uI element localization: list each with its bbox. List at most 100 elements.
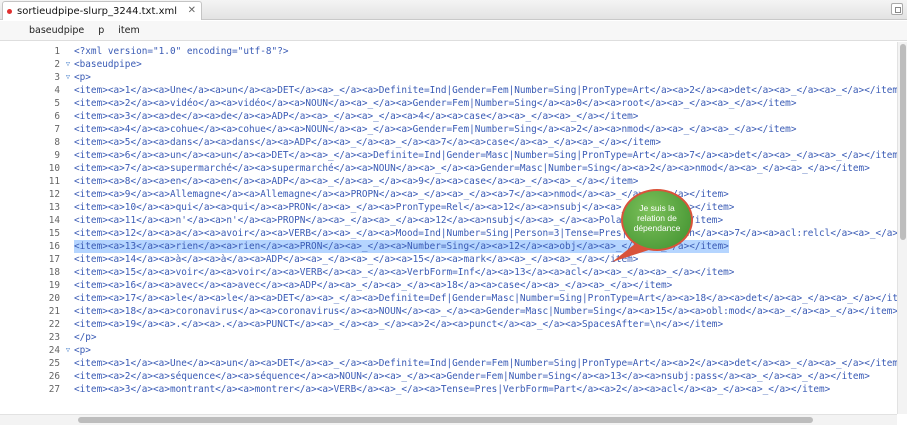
code-text: <item><a>18</a><a>coronavirus</a><a>coro…	[74, 306, 899, 317]
code-editor[interactable]: 1 <?xml version="1.0" encoding="utf-8"?> 2…	[0, 42, 907, 414]
code-text: <item><a>6</a><a>un</a><a>un</a><a>DET</…	[74, 150, 904, 161]
code-text: <item><a>16</a><a>avec</a><a>avec</a><a>…	[74, 280, 673, 291]
code-text: <item><a>8</a><a>en</a><a>en</a><a>ADP</…	[74, 176, 639, 187]
vertical-scrollbar[interactable]	[897, 42, 907, 414]
line-number: 8	[54, 137, 60, 148]
code-line[interactable]: 19 <item><a>16</a><a>avec</a><a>avec</a><…	[0, 279, 907, 292]
line-number: 19	[48, 280, 60, 291]
maximize-icon[interactable]	[891, 3, 903, 15]
code-text: <item><a>19</a><a>.</a><a>.</a><a>PUNCT<…	[74, 319, 724, 330]
code-line[interactable]: 27 <item><a>3</a><a>montrant</a><a>montre…	[0, 383, 907, 396]
code-line[interactable]: 7 <item><a>4</a><a>cohue</a><a>cohue</a><…	[0, 123, 907, 136]
code-text: <item><a>17</a><a>le</a><a>le</a><a>DET<…	[74, 293, 907, 304]
code-text: </p>	[74, 332, 97, 343]
line-number: 1	[54, 46, 60, 57]
code-line[interactable]: 10 <item><a>7</a><a>supermarché</a><a>sup…	[0, 162, 907, 175]
fold-toggle-icon[interactable]: ▽	[63, 58, 73, 71]
fold-toggle-icon[interactable]: ▽	[63, 344, 73, 357]
fold-toggle-icon[interactable]: ▽	[63, 71, 73, 84]
code-text: <item><a>5</a><a>dans</a><a>dans</a><a>A…	[74, 137, 661, 148]
line-number: 9	[54, 150, 60, 161]
code-text: <item><a>2</a><a>vidéo</a><a>vidéo</a><a…	[74, 98, 797, 109]
tab-title: sortieudpipe-slurp_3244.txt.xml	[17, 5, 177, 17]
code-line[interactable]: 20 <item><a>17</a><a>le</a><a>le</a><a>DE…	[0, 292, 907, 305]
code-line[interactable]: 4 <item><a>1</a><a>Une</a><a>un</a><a>DET…	[0, 84, 907, 97]
breadcrumb-item-baseudpipe[interactable]: baseudpipe	[29, 25, 84, 36]
code-line[interactable]: 13 <item><a>10</a><a>qui</a><a>qui</a><a>…	[0, 201, 907, 214]
tab-bar: sortieudpipe-slurp_3244.txt.xml ✕	[0, 0, 907, 20]
line-number: 27	[48, 384, 60, 395]
breadcrumb: baseudpipe p item	[0, 21, 907, 41]
code-line[interactable]: 21 <item><a>18</a><a>coronavirus</a><a>co…	[0, 305, 907, 318]
code-line[interactable]: 23 </p>	[0, 331, 907, 344]
horizontal-scrollbar[interactable]	[0, 414, 897, 425]
code-text: <baseudpipe>	[74, 59, 142, 70]
line-number: 13	[48, 202, 60, 213]
code-line[interactable]: 3 ▽ <p>	[0, 71, 907, 84]
line-number: 23	[48, 332, 60, 343]
code-text: <?xml version="1.0" encoding="utf-8"?>	[74, 46, 289, 57]
code-text: <item><a>3</a><a>de</a><a>de</a><a>ADP</…	[74, 111, 639, 122]
code-text: <item><a>1</a><a>Une</a><a>un</a><a>DET<…	[74, 358, 904, 369]
code-text: <p>	[74, 72, 91, 83]
line-number: 21	[48, 306, 60, 317]
line-number: 10	[48, 163, 60, 174]
line-number: 2	[54, 59, 60, 70]
callout-line-2: relation de	[637, 213, 677, 223]
code-line[interactable]: 1 <?xml version="1.0" encoding="utf-8"?>	[0, 45, 907, 58]
line-number: 22	[48, 319, 60, 330]
line-number: 4	[54, 85, 60, 96]
line-number: 17	[48, 254, 60, 265]
line-number: 26	[48, 371, 60, 382]
code-line[interactable]: 14 <item><a>11</a><a>n'</a><a>n'</a><a>PR…	[0, 214, 907, 227]
line-number: 15	[48, 228, 60, 239]
code-line[interactable]: 12 <item><a>9</a><a>Allemagne</a><a>Allem…	[0, 188, 907, 201]
line-number: 24	[48, 345, 60, 356]
breadcrumb-item-item[interactable]: item	[118, 25, 139, 36]
file-tab[interactable]: sortieudpipe-slurp_3244.txt.xml ✕	[2, 1, 202, 20]
code-line[interactable]: 22 <item><a>19</a><a>.</a><a>.</a><a>PUNC…	[0, 318, 907, 331]
code-line[interactable]: 24 ▽ <p>	[0, 344, 907, 357]
line-number: 20	[48, 293, 60, 304]
code-text: <item><a>15</a><a>voir</a><a>voir</a><a>…	[74, 267, 735, 278]
code-line[interactable]: 26 <item><a>2</a><a>séquence</a><a>séquen…	[0, 370, 907, 383]
code-text: <item><a>13</a><a>rien</a><a>rien</a><a>…	[74, 240, 729, 253]
code-line[interactable]: 17 <item><a>14</a><a>à</a><a>à</a><a>ADP<…	[0, 253, 907, 266]
code-text: <item><a>2</a><a>séquence</a><a>séquence…	[74, 371, 870, 382]
line-number: 6	[54, 111, 60, 122]
line-number: 18	[48, 267, 60, 278]
line-number: 5	[54, 98, 60, 109]
line-number: 25	[48, 358, 60, 369]
code-text: <item><a>14</a><a>à</a><a>à</a><a>ADP</a…	[74, 254, 639, 265]
code-line[interactable]: 15 <item><a>12</a><a>a</a><a>avoir</a><a>…	[0, 227, 907, 240]
code-text: <item><a>12</a><a>a</a><a>avoir</a><a>VE…	[74, 228, 907, 239]
callout-line-1: Je suis la	[639, 203, 675, 213]
line-number: 7	[54, 124, 60, 135]
callout-line-3: dépendance	[633, 223, 681, 233]
modified-dot-icon	[7, 8, 12, 14]
line-number: 3	[54, 72, 60, 83]
code-text: <item><a>4</a><a>cohue</a><a>cohue</a><a…	[74, 124, 797, 135]
annotation-callout: Je suis la relation de dépendance	[621, 189, 693, 251]
code-text: <item><a>1</a><a>Une</a><a>un</a><a>DET<…	[74, 85, 904, 96]
horizontal-scroll-thumb[interactable]	[78, 417, 813, 423]
code-line[interactable]: 25 <item><a>1</a><a>Une</a><a>un</a><a>DE…	[0, 357, 907, 370]
close-icon[interactable]: ✕	[188, 5, 196, 16]
code-text: <p>	[74, 345, 91, 356]
code-line[interactable]: 5 <item><a>2</a><a>vidéo</a><a>vidéo</a><…	[0, 97, 907, 110]
code-text: <item><a>7</a><a>supermarché</a><a>super…	[74, 163, 870, 174]
line-number: 14	[48, 215, 60, 226]
code-text: <item><a>3</a><a>montrant</a><a>montrer<…	[74, 384, 831, 395]
code-line[interactable]: 11 <item><a>8</a><a>en</a><a>en</a><a>ADP…	[0, 175, 907, 188]
vertical-scroll-thumb[interactable]	[900, 44, 906, 240]
code-line[interactable]: 16 <item><a>13</a><a>rien</a><a>rien</a><…	[0, 240, 907, 253]
code-line[interactable]: 8 <item><a>5</a><a>dans</a><a>dans</a><a>…	[0, 136, 907, 149]
breadcrumb-item-p[interactable]: p	[98, 25, 104, 36]
line-number: 12	[48, 189, 60, 200]
code-line[interactable]: 18 <item><a>15</a><a>voir</a><a>voir</a><…	[0, 266, 907, 279]
code-line[interactable]: 6 <item><a>3</a><a>de</a><a>de</a><a>ADP<…	[0, 110, 907, 123]
code-line[interactable]: 2 ▽ <baseudpipe>	[0, 58, 907, 71]
code-line[interactable]: 9 <item><a>6</a><a>un</a><a>un</a><a>DET<…	[0, 149, 907, 162]
line-number: 16	[48, 241, 60, 252]
line-number: 11	[48, 176, 60, 187]
